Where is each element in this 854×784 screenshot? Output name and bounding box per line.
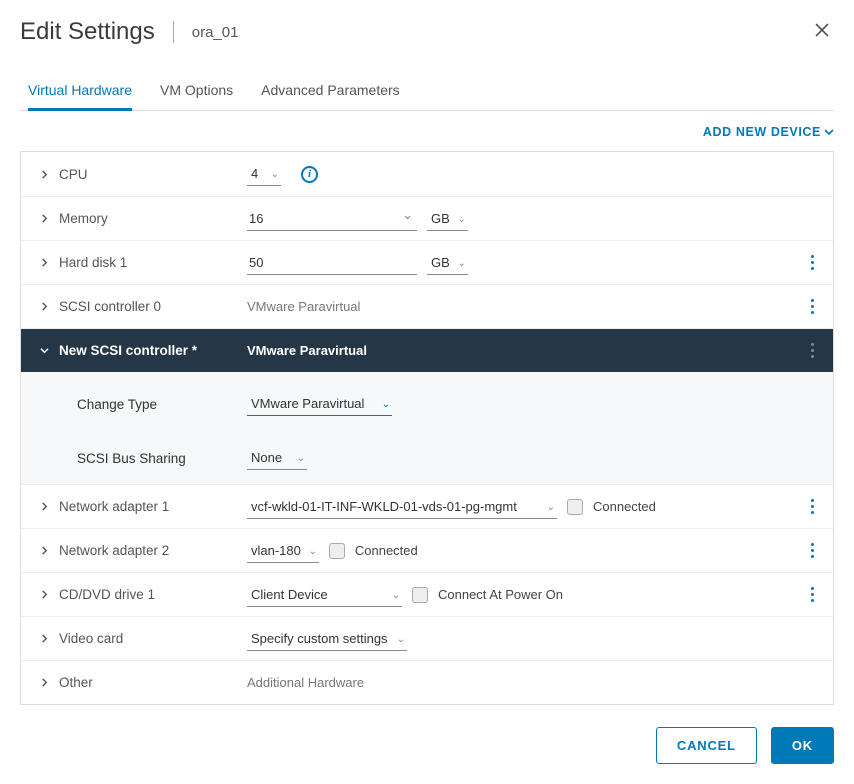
memory-label: Memory <box>57 211 247 226</box>
cd-connect-label: Connect At Power On <box>438 587 563 602</box>
row-cpu: CPU 4 ⌄ i <box>21 152 833 196</box>
tab-advanced-params[interactable]: Advanced Parameters <box>261 72 400 110</box>
expand-toggle-other[interactable] <box>37 678 51 687</box>
cd-device-select[interactable]: Client Device ⌄ <box>247 583 402 607</box>
close-icon[interactable] <box>810 18 834 46</box>
expand-toggle-cd[interactable] <box>37 590 51 599</box>
tab-virtual-hardware[interactable]: Virtual Hardware <box>28 72 132 110</box>
new-scsi-value: VMware Paravirtual <box>247 343 367 358</box>
bus-sharing-value: None <box>251 450 282 465</box>
row-other: Other Additional Hardware <box>21 660 833 704</box>
net2-connected-label: Connected <box>355 543 418 558</box>
net2-label: Network adapter 2 <box>57 543 247 558</box>
expand-toggle-hdd1[interactable] <box>37 258 51 267</box>
net1-connected-label: Connected <box>593 499 656 514</box>
chevron-down-icon: ⌄ <box>457 258 465 269</box>
hdd1-size-input[interactable] <box>247 251 417 275</box>
row-new-scsi-body: Change Type VMware Paravirtual ⌄ SCSI Bu… <box>21 372 833 484</box>
cd-connect-checkbox[interactable] <box>412 587 428 603</box>
scsi0-value: VMware Paravirtual <box>247 299 360 314</box>
row-menu-hdd1[interactable] <box>801 255 823 270</box>
collapse-toggle-new-scsi[interactable] <box>37 346 51 355</box>
tab-vm-options[interactable]: VM Options <box>160 72 233 110</box>
expand-toggle-memory[interactable] <box>37 214 51 223</box>
row-menu-new-scsi[interactable] <box>801 343 823 358</box>
other-label: Other <box>57 675 247 690</box>
dialog-title: Edit Settings <box>20 18 155 46</box>
cancel-button[interactable]: CANCEL <box>656 727 757 764</box>
change-type-select[interactable]: VMware Paravirtual ⌄ <box>247 392 392 416</box>
chevron-down-icon: ⌄ <box>382 399 390 410</box>
chevron-down-icon: ⌄ <box>457 214 465 225</box>
chevron-down-icon <box>824 127 834 137</box>
expand-toggle-cpu[interactable] <box>37 170 51 179</box>
chevron-down-icon: ⌄ <box>271 169 279 180</box>
cpu-count-value: 4 <box>251 166 258 181</box>
change-type-value: VMware Paravirtual <box>251 396 364 411</box>
row-cd: CD/DVD drive 1 Client Device ⌄ Connect A… <box>21 572 833 616</box>
memory-input[interactable] <box>247 207 417 231</box>
video-value: Specify custom settings <box>251 631 388 646</box>
new-scsi-label: New SCSI controller * <box>57 343 247 358</box>
cd-device-value: Client Device <box>251 587 328 602</box>
cpu-count-select[interactable]: 4 ⌄ <box>247 162 281 186</box>
info-icon[interactable]: i <box>301 166 318 183</box>
expand-toggle-net1[interactable] <box>37 502 51 511</box>
hardware-panel: CPU 4 ⌄ i Memory ⌄ GB <box>20 151 834 705</box>
change-type-label: Change Type <box>77 397 247 412</box>
vm-name: ora_01 <box>192 24 239 41</box>
net2-network-value: vlan-180 <box>251 543 301 558</box>
cd-label: CD/DVD drive 1 <box>57 587 247 602</box>
row-scsi0: SCSI controller 0 VMware Paravirtual <box>21 284 833 328</box>
row-net1: Network adapter 1 vcf-wkld-01-IT-INF-WKL… <box>21 484 833 528</box>
chevron-down-icon: ⌄ <box>297 453 305 464</box>
other-value: Additional Hardware <box>247 675 364 690</box>
video-select[interactable]: Specify custom settings ⌄ <box>247 627 407 651</box>
chevron-down-icon[interactable]: ⌄ <box>402 207 413 223</box>
expand-toggle-scsi0[interactable] <box>37 302 51 311</box>
row-new-scsi: New SCSI controller * VMware Paravirtual <box>21 328 833 372</box>
row-menu-cd[interactable] <box>801 587 823 602</box>
chevron-down-icon: ⌄ <box>392 590 400 601</box>
hdd1-unit-select[interactable]: GB ⌄ <box>427 251 468 275</box>
title-separator <box>173 21 174 43</box>
net1-network-value: vcf-wkld-01-IT-INF-WKLD-01-vds-01-pg-mgm… <box>251 499 517 514</box>
chevron-down-icon: ⌄ <box>547 502 555 513</box>
add-new-device-label: ADD NEW DEVICE <box>703 125 821 139</box>
hdd1-unit-value: GB <box>431 255 450 270</box>
expand-toggle-video[interactable] <box>37 634 51 643</box>
row-harddisk1: Hard disk 1 GB ⌄ <box>21 240 833 284</box>
bus-sharing-select[interactable]: None ⌄ <box>247 446 307 470</box>
row-net2: Network adapter 2 vlan-180 ⌄ Connected <box>21 528 833 572</box>
chevron-down-icon: ⌄ <box>308 546 316 557</box>
memory-unit-value: GB <box>431 211 450 226</box>
row-memory: Memory ⌄ GB ⌄ <box>21 196 833 240</box>
net2-connected-checkbox[interactable] <box>329 543 345 559</box>
expand-toggle-net2[interactable] <box>37 546 51 555</box>
scsi0-label: SCSI controller 0 <box>57 299 247 314</box>
video-label: Video card <box>57 631 247 646</box>
net2-network-select[interactable]: vlan-180 ⌄ <box>247 539 319 563</box>
tab-bar: Virtual Hardware VM Options Advanced Par… <box>20 72 834 111</box>
net1-connected-checkbox[interactable] <box>567 499 583 515</box>
memory-unit-select[interactable]: GB ⌄ <box>427 207 468 231</box>
add-new-device-button[interactable]: ADD NEW DEVICE <box>703 125 834 139</box>
cpu-label: CPU <box>57 167 247 182</box>
row-menu-scsi0[interactable] <box>801 299 823 314</box>
row-menu-net1[interactable] <box>801 499 823 514</box>
row-video: Video card Specify custom settings ⌄ <box>21 616 833 660</box>
chevron-down-icon: ⌄ <box>397 634 405 645</box>
net1-network-select[interactable]: vcf-wkld-01-IT-INF-WKLD-01-vds-01-pg-mgm… <box>247 495 557 519</box>
hdd1-label: Hard disk 1 <box>57 255 247 270</box>
net1-label: Network adapter 1 <box>57 499 247 514</box>
ok-button[interactable]: OK <box>771 727 834 764</box>
bus-sharing-label: SCSI Bus Sharing <box>77 451 247 466</box>
row-menu-net2[interactable] <box>801 543 823 558</box>
